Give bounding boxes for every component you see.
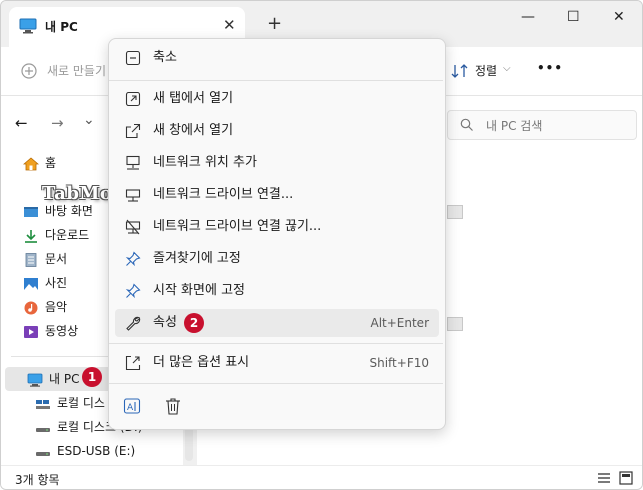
details-view-icon[interactable] (597, 472, 611, 484)
menu-item-open-new-tab[interactable]: 새 탭에서 열기 (115, 85, 439, 113)
pc-icon (27, 373, 43, 387)
menu-item-add-network-location[interactable]: 네트워크 위치 추가 (115, 149, 439, 177)
sidebar-label: 음악 (45, 300, 68, 314)
sidebar-item-documents[interactable]: 문서 (23, 247, 67, 271)
open-new-window-icon (125, 123, 141, 139)
menu-separator (109, 343, 443, 344)
sidebar-label: ESD-USB (E:) (57, 444, 136, 458)
network-location-icon (126, 155, 140, 170)
menu-item-pin-quick-access[interactable]: 즐겨찾기에 고정 (115, 245, 439, 273)
menu-separator (109, 80, 443, 81)
pin-start-icon (125, 283, 141, 299)
menu-item-show-more-options[interactable]: 더 많은 옵션 표시 Shift+F10 (115, 349, 439, 377)
drive-icon (36, 399, 50, 409)
sort-label: 정렬 (475, 64, 498, 78)
menu-item-label: 속성 (153, 315, 177, 330)
desktop-icon (24, 206, 38, 217)
sidebar-label: 홈 (45, 156, 57, 170)
disconnect-network-drive-icon (125, 219, 141, 235)
item-count: 3개 항목 (15, 473, 60, 487)
drive-icon (36, 427, 50, 432)
menu-item-label: 네트워크 드라이브 연결 끊기... (153, 219, 322, 234)
new-button-label: 새로 만들기 (47, 64, 107, 78)
collapse-icon (125, 50, 141, 66)
pictures-icon (24, 277, 38, 290)
sidebar-item-my-pc[interactable]: 내 PC (27, 367, 79, 391)
drive-usage-bar (447, 205, 463, 219)
tab-title: 내 PC (45, 20, 78, 34)
sidebar-item-local-disk-c[interactable]: 로컬 디스 (35, 391, 105, 415)
forward-button[interactable]: → (51, 114, 64, 132)
chevron-down-icon: ⌵ (503, 63, 511, 74)
minimize-button[interactable]: — (521, 9, 535, 25)
menu-item-label: 더 많은 옵션 표시 (153, 355, 250, 370)
sidebar-label: 다운로드 (45, 228, 90, 242)
search-icon (460, 118, 473, 131)
menu-item-label: 즐겨찾기에 고정 (153, 251, 241, 266)
sidebar-item-home[interactable]: 홈 (23, 151, 56, 175)
plus-circle-icon (21, 63, 37, 79)
context-menu: 축소 새 탭에서 열기 새 창에서 열기 네트워크 위치 추가 네트워크 드라이… (108, 38, 446, 430)
step-badge-2: 2 (184, 313, 204, 333)
menu-item-label: 새 탭에서 열기 (153, 91, 234, 106)
tiles-view-icon[interactable] (619, 471, 633, 485)
menu-item-shortcut: Shift+F10 (369, 356, 429, 370)
sort-icon (451, 64, 468, 78)
menu-item-label: 네트워크 드라이브 연결... (153, 187, 294, 202)
home-icon (23, 156, 39, 170)
maximize-button[interactable]: ☐ (567, 9, 580, 25)
menu-item-label: 네트워크 위치 추가 (153, 155, 257, 170)
rename-icon[interactable]: A (123, 397, 141, 415)
document-icon (25, 252, 37, 267)
sidebar-label: 동영상 (45, 324, 79, 338)
menu-item-collapse[interactable]: 축소 (115, 44, 439, 72)
sidebar-item-pictures[interactable]: 사진 (23, 271, 67, 295)
menu-item-pin-start[interactable]: 시작 화면에 고정 (115, 277, 439, 305)
download-icon (25, 229, 37, 243)
drive-usage-bar (447, 317, 463, 331)
pin-icon (125, 251, 141, 267)
sidebar-label: 로컬 디스 (57, 396, 105, 410)
close-button[interactable]: ✕ (613, 9, 625, 25)
menu-item-shortcut: Alt+Enter (370, 316, 429, 330)
recent-locations-button[interactable]: ⌄ (83, 112, 95, 128)
sidebar-item-downloads[interactable]: 다운로드 (23, 223, 89, 247)
menu-item-label: 시작 화면에 고정 (153, 283, 245, 298)
status-bar: 3개 항목 (1, 465, 642, 489)
pc-icon (19, 18, 37, 34)
search-box[interactable]: 내 PC 검색 (447, 110, 637, 140)
sidebar-label: 내 PC (49, 372, 80, 386)
menu-item-map-network-drive[interactable]: 네트워크 드라이브 연결... (115, 181, 439, 209)
tab-close-button[interactable]: ✕ (223, 16, 236, 34)
menu-separator (109, 383, 443, 384)
sidebar-item-usb-e[interactable]: ESD-USB (E:) (35, 439, 135, 463)
sidebar-item-videos[interactable]: 동영상 (23, 319, 78, 343)
search-placeholder: 내 PC 검색 (486, 119, 543, 133)
svg-text:A: A (127, 403, 134, 413)
menu-item-disconnect-network-drive[interactable]: 네트워크 드라이브 연결 끊기... (115, 213, 439, 241)
menu-item-open-new-window[interactable]: 새 창에서 열기 (115, 117, 439, 145)
sidebar-item-music[interactable]: 음악 (23, 295, 67, 319)
more-options-icon (125, 355, 141, 371)
menu-item-label: 축소 (153, 50, 177, 65)
new-tab-button[interactable]: + (267, 13, 282, 34)
menu-item-label: 새 창에서 열기 (153, 123, 234, 138)
usb-drive-icon (36, 451, 50, 456)
back-button[interactable]: ← (15, 114, 28, 132)
video-icon (24, 325, 38, 338)
music-icon (24, 301, 38, 314)
open-new-tab-icon (125, 91, 141, 107)
sidebar-label: 사진 (45, 276, 68, 290)
map-network-drive-icon (125, 189, 141, 202)
sidebar-label: 바탕 화면 (45, 204, 93, 218)
wrench-icon (126, 316, 141, 331)
trash-icon[interactable] (165, 397, 181, 415)
step-badge-1: 1 (82, 367, 102, 387)
menu-item-properties[interactable]: 속성 Alt+Enter (115, 309, 439, 337)
more-options-button[interactable]: ••• (537, 61, 563, 75)
sidebar-label: 문서 (45, 252, 68, 266)
